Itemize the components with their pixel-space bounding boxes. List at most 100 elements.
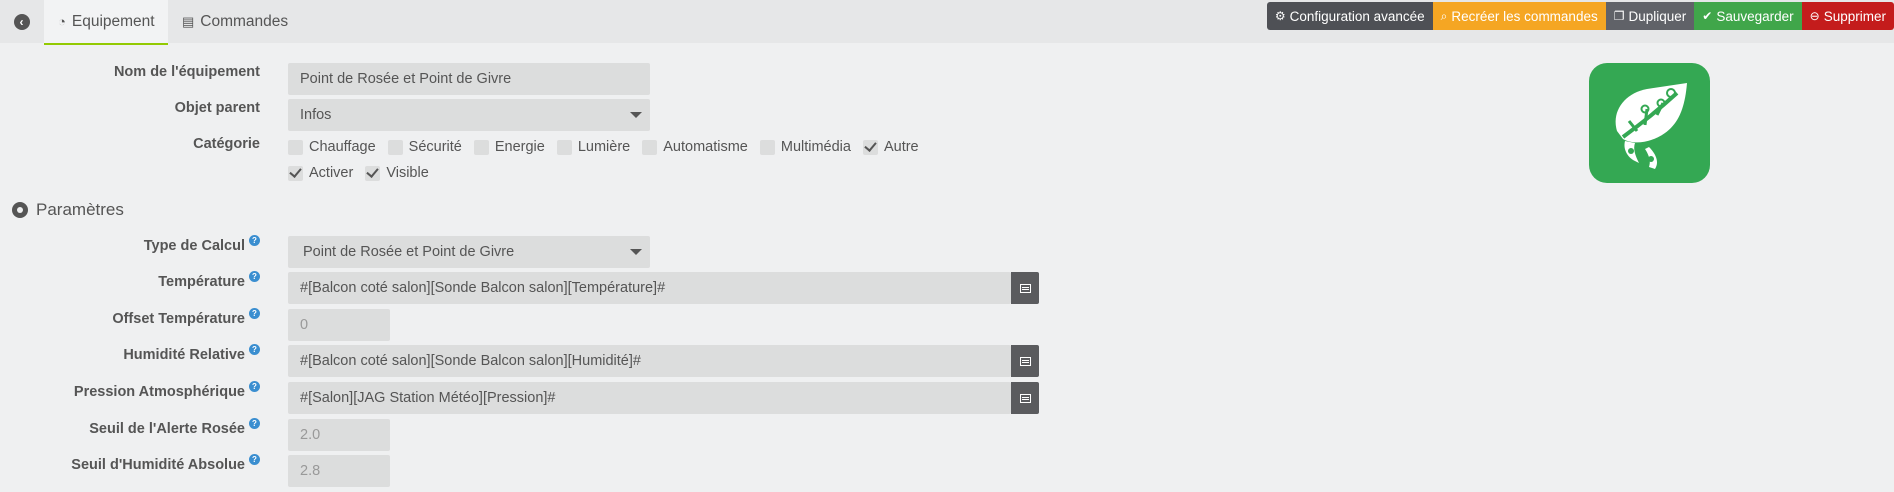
help-icon[interactable]: ? [249, 308, 260, 319]
dew-alert-input[interactable]: 2.0 [288, 419, 390, 451]
checkbox-checked[interactable] [365, 165, 381, 181]
recreate-commands-button[interactable]: ⌕ Recréer les commandes [1432, 2, 1606, 30]
list-alt-icon [1019, 356, 1031, 366]
calc-type-label-text: Type de Calcul [143, 238, 245, 254]
checkbox[interactable] [473, 139, 489, 155]
chevron-down-icon [630, 112, 642, 118]
checkbox[interactable] [387, 139, 403, 155]
help-icon[interactable]: ? [249, 344, 260, 355]
copy-icon: ❐ [1613, 9, 1625, 23]
visible-label: Visible [386, 165, 429, 181]
equipment-name-input[interactable]: Point de Rosée et Point de Givre [288, 63, 650, 95]
category-chauffage[interactable]: Chauffage [288, 139, 376, 155]
select-command-button[interactable] [1011, 345, 1039, 377]
parameters-title-text: Paramètres [36, 200, 124, 219]
parent-object-value: Infos [300, 107, 332, 123]
humidity-input[interactable]: #[Balcon coté salon][Sonde Balcon salon]… [288, 345, 1011, 377]
category-lumiere[interactable]: Lumière [556, 139, 631, 155]
abs-humidity-input[interactable]: 2.8 [288, 455, 390, 487]
pressure-input[interactable]: #[Salon][JAG Station Météo][Pression]# [288, 382, 1011, 414]
list-alt-icon [1019, 393, 1031, 403]
recreate-commands-label: Recréer les commandes [1451, 8, 1598, 24]
category-securite[interactable]: Sécurité [387, 139, 462, 155]
delete-label: Supprimer [1823, 8, 1886, 24]
help-icon[interactable]: ? [249, 381, 260, 392]
pressure-label-text: Pression Atmosphérique [73, 384, 245, 400]
advanced-config-button[interactable]: ⚙ Configuration avancée [1266, 2, 1433, 30]
list-alt-icon [1019, 283, 1031, 293]
select-command-button[interactable] [1011, 272, 1039, 304]
visible-checkbox[interactable]: Visible [365, 165, 429, 181]
back-button[interactable]: ‹ [0, 0, 43, 43]
search-icon: ⌕ [1440, 8, 1448, 23]
help-icon[interactable]: ? [249, 418, 260, 429]
category-automatisme-label: Automatisme [663, 139, 748, 155]
temp-offset-label: Offset Température? [0, 308, 260, 327]
humidity-label-text: Humidité Relative [123, 347, 245, 363]
category-autre[interactable]: Autre [862, 139, 919, 155]
temperature-label: Température? [0, 271, 260, 290]
duplicate-button[interactable]: ❐ Dupliquer [1605, 2, 1695, 30]
calc-type-value: Point de Rosée et Point de Givre [303, 244, 515, 260]
save-label: Sauvegarder [1716, 8, 1794, 24]
calc-type-label: Type de Calcul? [0, 235, 260, 254]
category-securite-label: Sécurité [408, 139, 462, 155]
temp-offset-label-text: Offset Température [112, 311, 245, 327]
help-icon[interactable]: ? [249, 235, 260, 246]
dew-alert-label-text: Seuil de l'Alerte Rosée [89, 421, 245, 437]
checkbox[interactable] [759, 139, 775, 155]
category-energie-label: Energie [494, 139, 545, 155]
tachometer-icon: ◔ [58, 14, 66, 29]
category-autre-label: Autre [883, 139, 919, 155]
toolbar: ⚙ Configuration avancée ⌕ Recréer les co… [1266, 2, 1894, 30]
abs-humidity-label-text: Seuil d'Humidité Absolue [71, 457, 245, 473]
activate-checkbox[interactable]: Activer [288, 165, 353, 181]
tab-commands[interactable]: ▤ Commandes [168, 0, 288, 44]
help-icon[interactable]: ? [249, 271, 260, 282]
temp-offset-input[interactable]: 0 [288, 309, 390, 341]
tab-equipment[interactable]: ◔ Equipement [44, 0, 168, 45]
checkbox-checked[interactable] [862, 139, 878, 155]
category-energie[interactable]: Energie [473, 139, 545, 155]
dew-alert-label: Seuil de l'Alerte Rosée? [0, 418, 260, 437]
category-automatisme[interactable]: Automatisme [642, 139, 748, 155]
advanced-config-label: Configuration avancée [1289, 8, 1425, 24]
list-alt-icon: ▤ [182, 14, 195, 29]
checkbox[interactable] [288, 139, 303, 155]
status-checkboxes: Activer Visible [288, 165, 441, 181]
calc-type-select[interactable]: Point de Rosée et Point de Givre [288, 236, 650, 268]
top-bar: ‹ ◔ Equipement ▤ Commandes ⚙ Configurati… [0, 0, 1894, 45]
cogs-icon: ⚙ [1274, 9, 1286, 23]
abs-humidity-label: Seuil d'Humidité Absolue? [0, 454, 260, 473]
arrow-left-circle-icon: ‹ [13, 13, 30, 30]
help-icon[interactable]: ? [249, 454, 260, 465]
category-multimedia-label: Multimédia [780, 139, 851, 155]
checkbox[interactable] [642, 139, 658, 155]
select-command-button[interactable] [1011, 382, 1039, 414]
parent-object-select[interactable]: Infos [288, 99, 650, 131]
tab-commands-label: Commandes [200, 13, 289, 30]
parameters-section-title: Paramètres [12, 200, 124, 220]
checkbox-checked[interactable] [288, 165, 303, 181]
temperature-input[interactable]: #[Balcon coté salon][Sonde Balcon salon]… [288, 272, 1011, 304]
gear-icon [12, 202, 28, 218]
leaf-plant-icon [1615, 83, 1687, 169]
check-circle-icon: ✔ [1702, 9, 1713, 23]
tab-equipment-label: Equipement [71, 12, 155, 30]
category-label: Catégorie [193, 136, 260, 152]
pressure-label: Pression Atmosphérique? [0, 381, 260, 400]
delete-button[interactable]: ⊖ Supprimer [1801, 2, 1894, 30]
humidity-label: Humidité Relative? [0, 344, 260, 363]
chevron-down-icon [630, 249, 642, 255]
category-checkboxes: Chauffage Sécurité Energie Lumière Autom… [288, 139, 931, 155]
save-button[interactable]: ✔ Sauvegarder [1694, 2, 1802, 30]
parent-object-label: Objet parent [174, 100, 260, 116]
equipment-name-label: Nom de l'équipement [113, 64, 260, 80]
category-lumiere-label: Lumière [577, 139, 631, 155]
category-multimedia[interactable]: Multimédia [759, 139, 851, 155]
duplicate-label: Dupliquer [1628, 8, 1687, 24]
minus-circle-icon: ⊖ [1809, 9, 1820, 23]
activate-label: Activer [309, 165, 354, 181]
checkbox[interactable] [556, 139, 572, 155]
plugin-logo [1589, 63, 1710, 183]
